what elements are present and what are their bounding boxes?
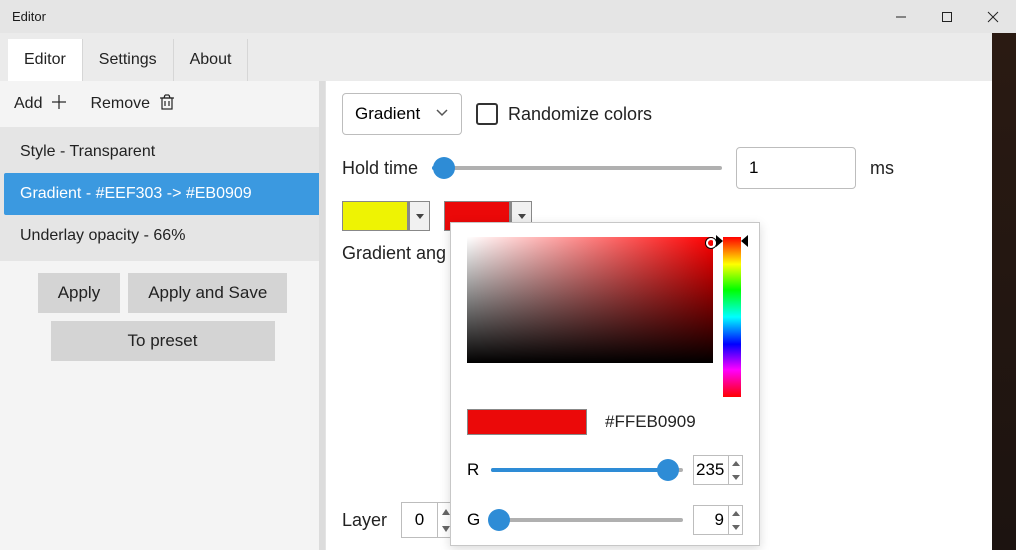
r-up[interactable] [729,456,742,470]
chevron-down-icon [435,104,449,124]
picker-hex: #FFEB0909 [605,412,696,432]
g-input[interactable] [693,505,743,535]
minimize-button[interactable] [878,0,924,33]
r-slider[interactable] [491,468,683,472]
apply-button[interactable]: Apply [38,273,121,313]
window-title: Editor [12,9,46,24]
tab-bar: Editor Settings About [0,33,1016,81]
randomize-checkbox[interactable] [476,103,498,125]
add-button[interactable]: Add [14,93,68,116]
r-input[interactable] [693,455,743,485]
layer-spinner[interactable] [401,502,455,538]
close-button[interactable] [970,0,1016,33]
window-controls [878,0,1016,33]
property-item-style[interactable]: Style - Transparent [4,131,321,173]
remove-label: Remove [90,95,150,113]
property-item-gradient[interactable]: Gradient - #EEF303 -> #EB0909 [4,173,321,215]
sidebar: Add Remove Style - Transparent Gradient … [0,81,326,550]
picker-swatch [467,409,587,435]
apply-save-button[interactable]: Apply and Save [128,273,287,313]
layer-input[interactable] [401,502,437,538]
trash-icon [158,93,176,116]
r-down[interactable] [729,470,742,484]
add-label: Add [14,95,42,113]
tab-settings[interactable]: Settings [83,39,174,81]
remove-button[interactable]: Remove [90,93,176,116]
channel-r: R [467,455,743,485]
tab-about[interactable]: About [174,39,249,81]
hue-slider[interactable] [723,237,741,397]
sidebar-toolbar: Add Remove [0,81,325,127]
to-preset-button[interactable]: To preset [51,321,275,361]
gradient-angle-label: Gradient ang [342,243,446,264]
maximize-button[interactable] [924,0,970,33]
randomize-label: Randomize colors [508,104,652,125]
g-down[interactable] [729,520,742,534]
g-label: G [467,510,481,530]
sv-cursor[interactable] [706,238,716,248]
r-label: R [467,460,481,480]
hold-time-slider[interactable] [432,166,722,170]
color-picker: #FFEB0909 R G [450,222,760,546]
color1-swatch[interactable] [342,201,430,231]
ms-label: ms [870,158,894,179]
mode-value: Gradient [355,104,420,124]
desktop-edge [992,33,1016,550]
g-slider[interactable] [491,518,683,522]
hold-time-label: Hold time [342,158,418,179]
tab-editor[interactable]: Editor [8,39,83,81]
mode-dropdown[interactable]: Gradient [342,93,462,135]
hold-time-input[interactable] [736,147,856,189]
layer-label: Layer [342,510,387,531]
sv-field[interactable] [467,237,713,363]
property-list: Style - Transparent Gradient - #EEF303 -… [0,127,325,261]
g-up[interactable] [729,506,742,520]
titlebar: Editor [0,0,1016,33]
color1-dropdown[interactable] [408,201,430,231]
property-item-opacity[interactable]: Underlay opacity - 66% [4,215,321,257]
channel-g: G [467,505,743,535]
color1-preview [342,201,408,231]
plus-icon [50,93,68,116]
